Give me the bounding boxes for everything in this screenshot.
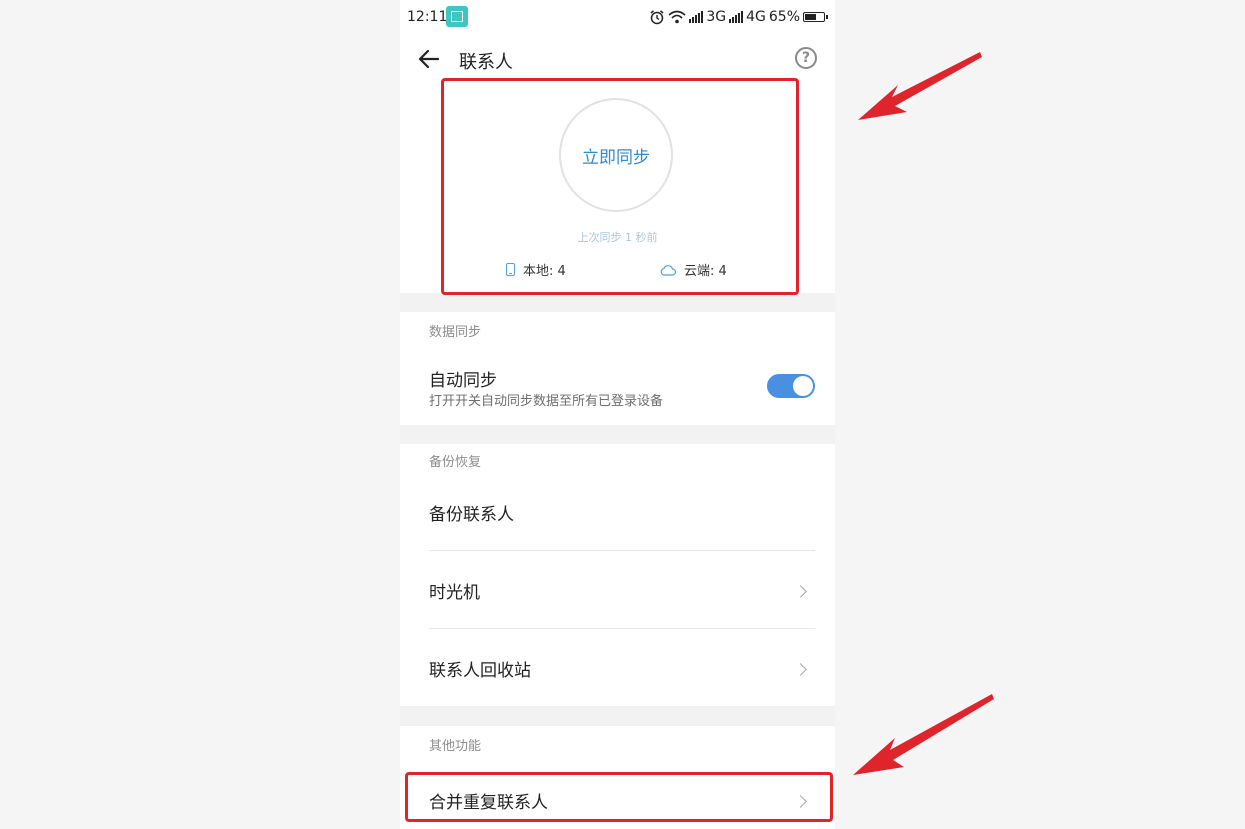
list-item-label: 联系人回收站	[429, 661, 531, 681]
status-indicators: 3G 4G 65%	[649, 7, 828, 27]
signal-icon	[689, 11, 704, 23]
chevron-right-icon	[794, 795, 807, 808]
status-time: 12:11	[407, 9, 448, 25]
red-arrow-icon	[853, 694, 994, 775]
phone-icon	[506, 263, 515, 276]
list-item-label: 时光机	[429, 583, 480, 603]
battery-percent: 65%	[768, 9, 800, 25]
backup-restore-section: 备份恢复 备份联系人 时光机 联系人回收站	[400, 444, 835, 706]
alarm-icon	[650, 10, 664, 25]
last-sync-text: 上次同步 1 秒前	[577, 231, 658, 244]
auto-sync-description: 打开开关自动同步数据至所有已登录设备	[429, 394, 664, 409]
toggle-knob	[793, 376, 813, 396]
data-sync-section: 数据同步 自动同步 打开开关自动同步数据至所有已登录设备	[400, 312, 835, 425]
section-title: 数据同步	[429, 325, 482, 340]
local-count: 本地: 4	[506, 260, 566, 279]
arrow-left-icon[interactable]	[418, 48, 440, 70]
sync-now-button[interactable]: 立即同步	[559, 98, 673, 212]
app-header: 联系人 ?	[400, 34, 835, 88]
auto-sync-label: 自动同步	[429, 371, 497, 391]
chevron-right-icon	[794, 585, 807, 598]
red-arrow-icon	[858, 52, 982, 120]
signal-icon	[729, 11, 744, 23]
screenshot-icon	[446, 6, 468, 27]
battery-icon	[803, 12, 828, 22]
cloud-icon	[660, 264, 676, 276]
network-type-1: 3G	[706, 9, 727, 25]
other-functions-section: 其他功能 合并重复联系人	[400, 726, 835, 829]
cloud-count-label: 云端: 4	[684, 264, 727, 279]
sync-counts: 本地: 4 云端: 4	[400, 260, 835, 280]
page-title: 联系人	[459, 52, 513, 73]
list-item-recycle-bin[interactable]: 联系人回收站	[400, 629, 835, 706]
list-item-backup-contacts[interactable]: 备份联系人	[400, 474, 835, 550]
auto-sync-toggle[interactable]	[767, 374, 815, 398]
network-type-2: 4G	[746, 9, 766, 25]
chevron-right-icon	[794, 663, 807, 676]
wifi-icon	[668, 10, 686, 24]
list-item-label: 合并重复联系人	[429, 793, 548, 813]
list-item-time-machine[interactable]: 时光机	[400, 551, 835, 628]
question-circle-icon[interactable]: ?	[795, 47, 817, 69]
sync-panel: 立即同步 上次同步 1 秒前 本地: 4 云端: 4	[400, 88, 835, 293]
cloud-count: 云端: 4	[660, 260, 727, 279]
list-item-merge-duplicates[interactable]: 合并重复联系人	[400, 770, 835, 829]
phone-screen: 12:11 3G 4G 65% 联系人 ? 立即同步 上次同步 1 秒前 本地:…	[400, 0, 835, 829]
section-title: 其他功能	[429, 739, 482, 754]
list-item-label: 备份联系人	[429, 505, 514, 525]
local-count-label: 本地: 4	[523, 264, 566, 279]
status-bar: 12:11 3G 4G 65%	[400, 0, 835, 34]
section-title: 备份恢复	[429, 455, 482, 470]
